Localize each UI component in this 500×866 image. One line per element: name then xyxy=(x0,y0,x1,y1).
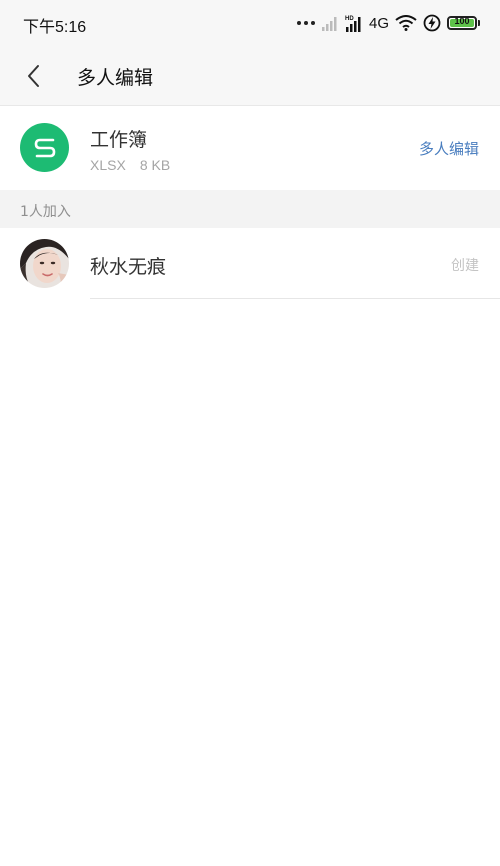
network-type: 4G xyxy=(368,14,389,32)
more-dots-icon xyxy=(296,21,315,25)
user-photo-icon xyxy=(20,239,69,288)
status-icons: HD 4G 100 xyxy=(296,13,480,33)
file-format: XLSX xyxy=(90,157,126,173)
charging-icon xyxy=(423,14,441,32)
file-size: 8 KB xyxy=(139,157,171,173)
spreadsheet-file-icon xyxy=(20,123,69,172)
member-name: 秋水无痕 xyxy=(90,256,167,278)
file-name: 工作簿 xyxy=(90,129,148,151)
members-section-header: 1人加入 xyxy=(0,190,500,228)
battery-level: 100 xyxy=(454,16,470,26)
members-count: 1人加入 xyxy=(20,204,71,220)
status-time: 下午5:16 xyxy=(23,19,87,36)
file-row: 工作簿 XLSX 8 KB 多人编辑 xyxy=(0,106,500,190)
list-item[interactable]: 秋水无痕 创建 xyxy=(0,228,500,299)
member-role: 创建 xyxy=(451,258,479,274)
battery-tip xyxy=(478,20,480,26)
chevron-left-icon xyxy=(28,65,39,87)
status-bar: 下午5:16 HD 4G 100 xyxy=(0,0,500,48)
signal-weak-icon xyxy=(321,17,337,31)
nav-bar: 多人编辑 xyxy=(0,48,500,106)
wifi-icon xyxy=(395,15,417,31)
page-title: 多人编辑 xyxy=(77,67,154,89)
avatar xyxy=(20,239,69,288)
file-meta: XLSX 8 KB xyxy=(90,157,170,173)
back-button[interactable] xyxy=(18,60,52,94)
s-letter-icon xyxy=(34,138,55,157)
signal-hd-icon: HD xyxy=(345,16,361,32)
battery-icon: 100 xyxy=(447,16,477,30)
multi-edit-button[interactable]: 多人编辑 xyxy=(419,138,479,159)
divider xyxy=(90,298,500,299)
svg-text:HD: HD xyxy=(345,16,354,22)
